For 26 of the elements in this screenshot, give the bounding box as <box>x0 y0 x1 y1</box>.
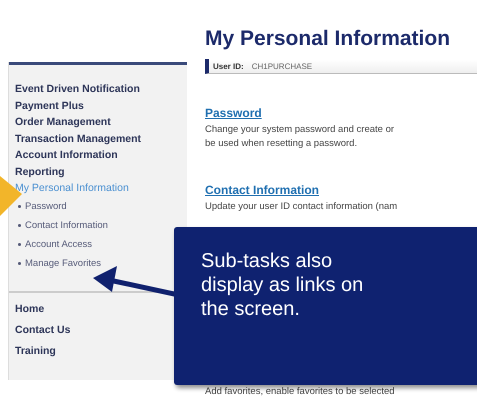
section-description: Add favorites, enable favorites to be selected <box>205 386 396 397</box>
sidebar-link[interactable]: Account Information <box>15 147 118 164</box>
callout-text: Sub-tasks also display as links on the screen. <box>201 249 364 321</box>
sidebar-link[interactable]: Reporting <box>15 164 65 180</box>
bullet-icon <box>18 224 21 226</box>
section-link[interactable]: Contact Information <box>205 183 319 197</box>
sub-task-link[interactable]: Password <box>25 196 67 216</box>
page-title: My Personal Information <box>205 27 452 51</box>
sidebar-link[interactable]: Home <box>15 298 44 320</box>
bullet-icon <box>18 204 21 208</box>
sidebar-link[interactable]: Training <box>15 340 56 362</box>
bullet-icon <box>18 242 21 246</box>
user-id-value: CH1PURCHASE <box>252 62 312 70</box>
sub-task-link[interactable]: Manage Favorites <box>25 254 102 272</box>
sidebar-link[interactable]: Contact Us <box>15 320 70 340</box>
sidebar-link[interactable]: Order Management <box>15 114 111 130</box>
sub-task-link[interactable]: Account Access <box>25 234 92 254</box>
sidebar-link[interactable]: Payment Plus <box>15 98 84 114</box>
sidebar-link[interactable]: Event Driven Notification <box>15 81 140 98</box>
sidebar-link[interactable]: Transaction Management <box>15 130 142 147</box>
section-description: Change your system password and create or be used when resetting a password. <box>205 123 396 151</box>
sub-task-link[interactable]: Contact Information <box>25 216 108 234</box>
user-id-label: User ID: <box>213 62 244 70</box>
section-description: Update your user ID contact information (nam <box>205 200 398 214</box>
bullet-icon <box>18 262 21 264</box>
section-link[interactable]: Password <box>205 106 262 120</box>
